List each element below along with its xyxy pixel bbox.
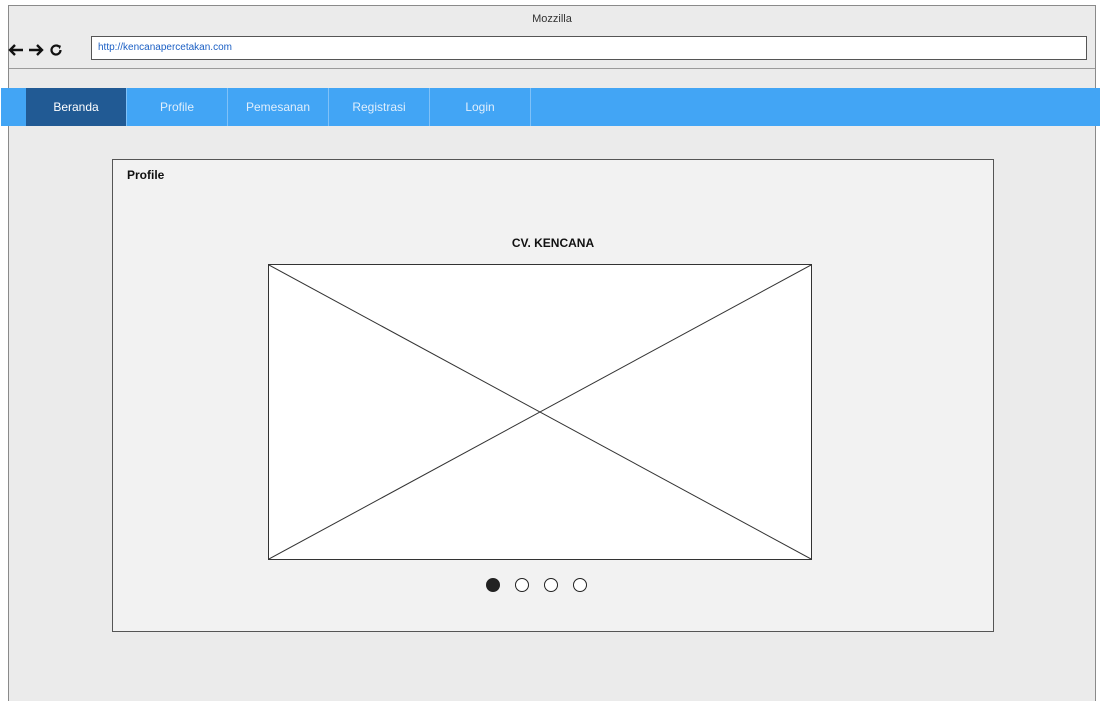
reload-icon[interactable] xyxy=(47,40,65,60)
toolbar-divider xyxy=(9,68,1095,69)
main-menu: Beranda Profile Pemesanan Registrasi Log… xyxy=(1,88,1100,126)
window-title: Mozzilla xyxy=(532,13,572,25)
forward-arrow-icon[interactable] xyxy=(27,40,45,60)
back-arrow-icon[interactable] xyxy=(7,40,25,60)
menu-item-profile[interactable]: Profile xyxy=(127,88,228,126)
panel-title: Profile xyxy=(127,168,165,182)
menu-item-beranda[interactable]: Beranda xyxy=(26,88,127,126)
image-placeholder xyxy=(268,264,812,560)
browser-nav-controls xyxy=(7,39,65,61)
browser-window: Mozzilla http://kencanapercetakan.com Be… xyxy=(1,5,1100,701)
carousel-dot[interactable] xyxy=(486,578,500,592)
placeholder-cross-icon xyxy=(269,265,811,559)
menu-item-login[interactable]: Login xyxy=(430,88,531,126)
carousel-dot[interactable] xyxy=(573,578,587,592)
url-bar[interactable]: http://kencanapercetakan.com xyxy=(91,36,1087,60)
profile-panel: Profile CV. KENCANA xyxy=(112,159,994,632)
menu-item-registrasi[interactable]: Registrasi xyxy=(329,88,430,126)
carousel-indicators xyxy=(486,576,587,594)
company-heading: CV. KENCANA xyxy=(511,236,595,250)
carousel-dot[interactable] xyxy=(544,578,558,592)
menu-item-pemesanan[interactable]: Pemesanan xyxy=(228,88,329,126)
carousel-dot[interactable] xyxy=(515,578,529,592)
